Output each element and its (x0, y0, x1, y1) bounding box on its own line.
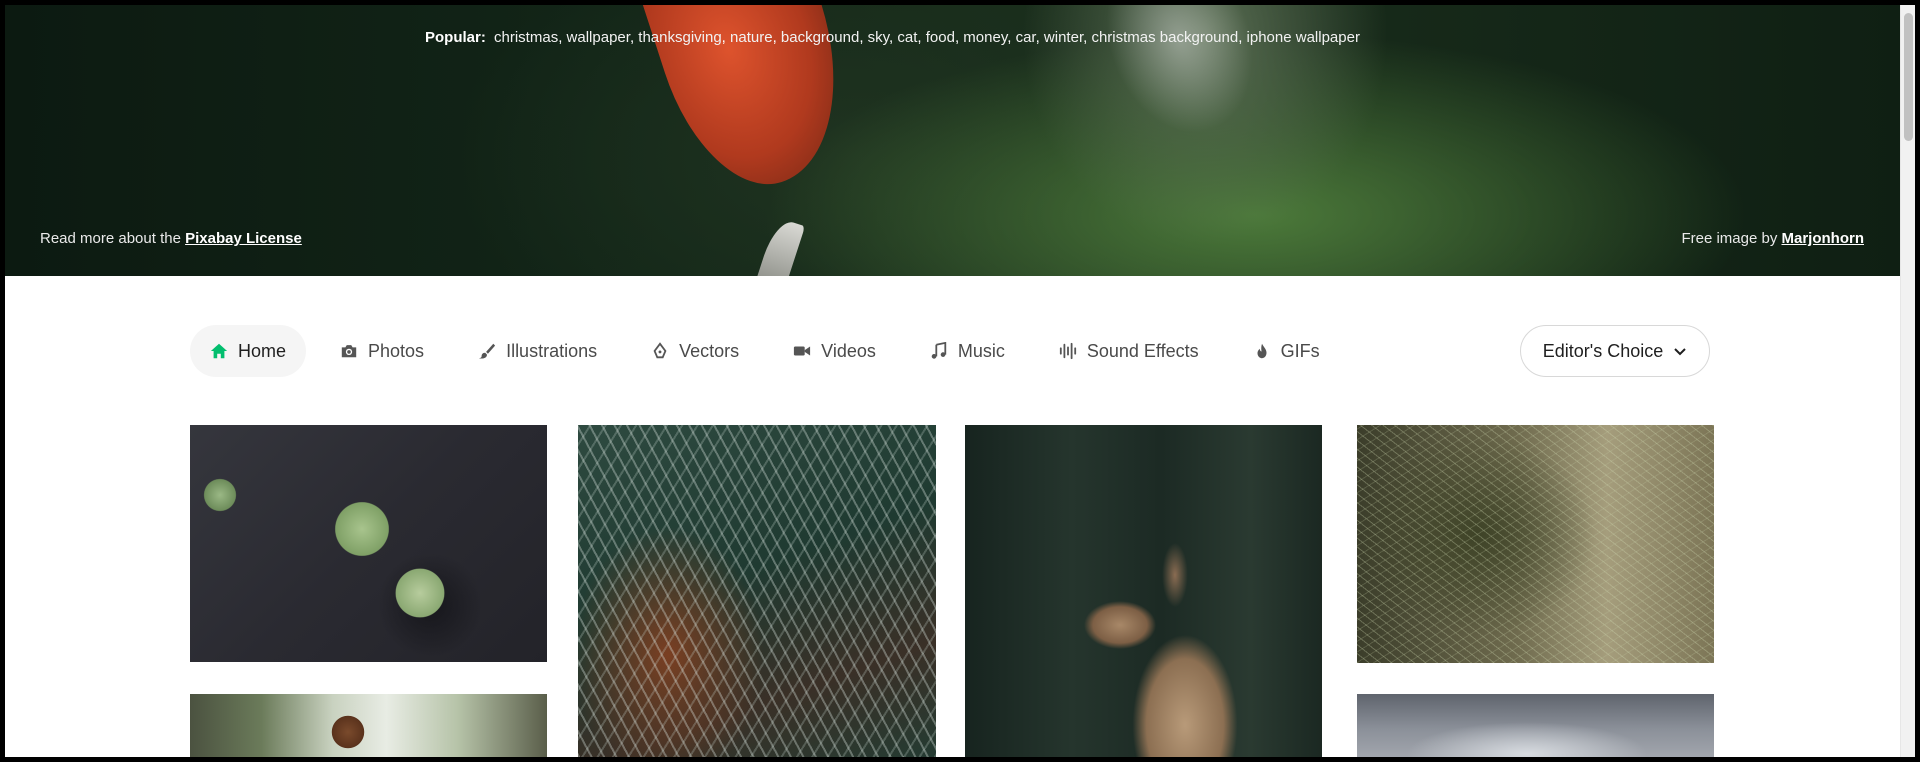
media-type-nav: Home Photos Illustrations Vectors Videos… (190, 325, 1354, 377)
tag-separator: , (721, 29, 731, 46)
browser-viewport: Popular: christmas, wallpaper, thanksgiv… (5, 5, 1915, 757)
brush-icon (478, 343, 496, 359)
nav-item-music[interactable]: Music (910, 325, 1025, 377)
nav-item-home[interactable]: Home (190, 325, 307, 377)
nav-item-videos[interactable]: Videos (773, 325, 896, 377)
page-scrollbar[interactable] (1900, 5, 1915, 757)
nav-item-photos[interactable]: Photos (320, 325, 444, 377)
popular-tag-link[interactable]: cat (897, 29, 917, 46)
popular-tag-link[interactable]: car (1016, 29, 1036, 46)
tag-separator: , (1035, 29, 1044, 46)
pixabay-license-link[interactable]: Pixabay License (185, 230, 302, 247)
credit-author-link[interactable]: Marjonhorn (1782, 230, 1865, 247)
hero-bird-feather (1091, 5, 1279, 155)
nav-item-label: Videos (821, 340, 876, 361)
tag-separator: , (859, 29, 868, 46)
music-note-icon (931, 342, 947, 359)
popular-searches: Popular: christmas, wallpaper, thanksgiv… (425, 29, 1360, 46)
tag-separator: , (1007, 29, 1016, 46)
chevron-down-icon (1674, 348, 1686, 356)
nav-item-label: Sound Effects (1086, 340, 1199, 361)
hero-banner: Popular: christmas, wallpaper, thanksgiv… (5, 5, 1900, 276)
home-icon (210, 343, 228, 359)
popular-tag-link[interactable]: iphone wallpaper (1247, 29, 1360, 46)
popular-tag-link[interactable]: christmas (494, 29, 558, 46)
tag-separator: , (772, 29, 781, 46)
license-note: Read more about the Pixabay License (40, 230, 302, 247)
credit-text: Free image by (1681, 230, 1782, 247)
popular-tag-link[interactable]: sky (868, 29, 889, 46)
popular-tag-link[interactable]: food (926, 29, 955, 46)
sort-dropdown[interactable]: Editor's Choice (1520, 325, 1710, 377)
popular-tag-link[interactable]: money (963, 29, 1007, 46)
popular-tag-link[interactable]: background (781, 29, 859, 46)
popular-tag-link[interactable]: thanksgiving (638, 29, 721, 46)
nav-item-label: Home (238, 340, 287, 361)
nav-item-sound-effects[interactable]: Sound Effects (1039, 325, 1219, 377)
camera-icon (341, 345, 357, 358)
popular-tag-link[interactable]: winter (1044, 29, 1083, 46)
video-camera-icon (794, 346, 811, 356)
nav-item-label: Photos (368, 340, 425, 361)
hero-bird-claw (754, 217, 806, 276)
popular-tags-list: christmas, wallpaper, thanksgiving, natu… (494, 29, 1360, 46)
popular-tag-link[interactable]: christmas background (1091, 29, 1238, 46)
image-tile-pine-needles[interactable] (1357, 425, 1714, 663)
flame-icon (1257, 343, 1267, 359)
nav-item-label: Illustrations (506, 340, 598, 361)
tag-separator: , (917, 29, 926, 46)
image-tile-lily-pads[interactable] (190, 425, 547, 662)
nav-item-gifs[interactable]: GIFs (1233, 325, 1340, 377)
scrollbar-thumb[interactable] (1904, 13, 1913, 141)
tag-separator: , (1238, 29, 1247, 46)
nav-item-label: GIFs (1280, 340, 1320, 361)
popular-tag-link[interactable]: wallpaper (567, 29, 630, 46)
image-tile-child-on-stairs[interactable] (190, 694, 547, 757)
sort-dropdown-label: Editor's Choice (1542, 340, 1664, 361)
sound-wave-icon (1059, 342, 1076, 360)
image-tile-fir-branch[interactable] (578, 425, 936, 757)
nav-item-illustrations[interactable]: Illustrations (458, 325, 617, 377)
image-tile-cloudy-sky[interactable] (1357, 694, 1714, 757)
popular-label: Popular: (425, 29, 486, 46)
nav-item-label: Music (957, 340, 1005, 361)
image-credit: Free image by Marjonhorn (1681, 230, 1864, 247)
pen-nib-icon (653, 342, 667, 359)
license-text: Read more about the (40, 230, 186, 247)
nav-item-label: Vectors (679, 340, 740, 361)
popular-tag-link[interactable]: nature (730, 29, 773, 46)
tag-separator: , (558, 29, 567, 46)
image-tile-kangaroo[interactable] (965, 425, 1322, 757)
nav-item-vectors[interactable]: Vectors (631, 325, 759, 377)
